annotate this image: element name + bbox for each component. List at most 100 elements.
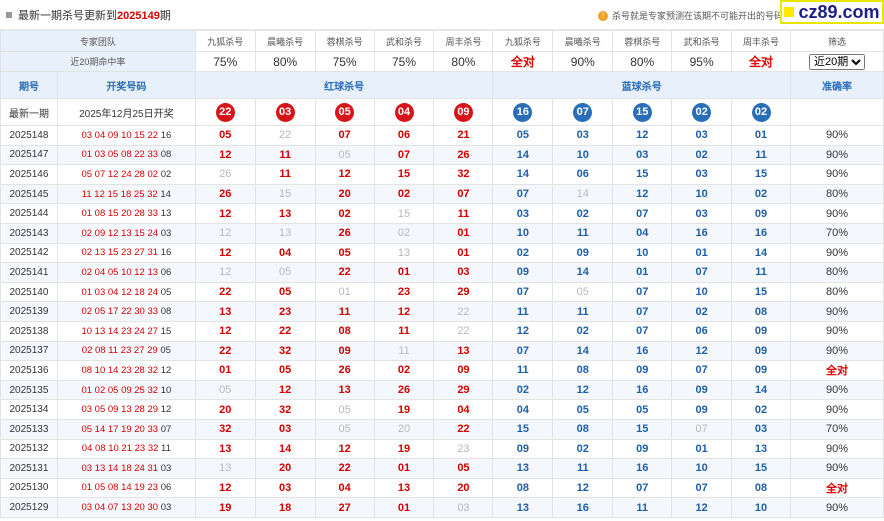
blue-kill-number: 07 xyxy=(612,281,673,303)
draw-numbers-cell: 01 02 05 09 25 32 10 xyxy=(56,379,196,401)
red-draw-numbers: 01 03 05 08 22 33 xyxy=(81,149,159,161)
blue-draw-number: 05 xyxy=(160,345,171,357)
red-kill-number: 09 xyxy=(433,360,494,381)
red-kill-number: 13 xyxy=(373,242,435,264)
red-kill-number: 20 xyxy=(254,458,316,479)
blue-kill-number: 09 xyxy=(731,203,792,224)
red-kill-number: 12 xyxy=(314,438,375,460)
hit-rate-row: 近20期命中率 75% 80% 75% 75% 80% 全对 90% 80% 9… xyxy=(0,51,884,72)
table-row: 2025134 03 05 09 13 28 29 12 20 32 05 19 04 04 0… xyxy=(0,399,884,420)
blue-kill-number: 13 xyxy=(731,438,792,460)
blue-kill-number: 02 xyxy=(671,144,733,166)
red-kill-number: 18 xyxy=(254,497,316,518)
red-kill-number: 11 xyxy=(373,340,435,362)
accuracy-cell: 90% xyxy=(790,438,884,460)
blue-draw-number: 08 xyxy=(160,149,172,161)
hit-rate-value: 80% xyxy=(433,51,494,72)
blue-kill-number: 10 xyxy=(671,458,733,479)
red-draw-numbers: 02 04 05 10 12 13 xyxy=(81,266,159,278)
red-kill-number: 32 xyxy=(194,418,256,440)
blue-kill-number: 03 xyxy=(671,125,733,146)
red-kill-number: 22 xyxy=(314,262,375,283)
draw-numbers-cell: 03 13 14 18 24 31 03 xyxy=(56,458,196,479)
blue-draw-number: 16 xyxy=(160,129,172,141)
draw-numbers-cell: 03 05 09 13 28 29 12 xyxy=(56,399,196,420)
period-cell: 2025137 xyxy=(0,340,58,362)
notice: ! 杀号就是专家预测在该期不可能开出的号码 xyxy=(598,9,783,22)
red-kill-number: 06 xyxy=(373,125,435,146)
blue-draw-number: 03 xyxy=(160,502,172,514)
red-kill-number: 22 xyxy=(254,320,316,342)
latest-prediction-row: 最新一期 2025年12月25日开奖 22 03 05 04 09 16 07 … xyxy=(0,98,884,126)
blue-kill-number: 11 xyxy=(492,360,554,381)
draw-numbers-cell: 02 05 17 22 30 33 08 xyxy=(56,301,196,322)
draw-numbers-cell: 02 13 15 23 27 31 16 xyxy=(56,242,196,264)
blue-draw-number: 08 xyxy=(160,306,172,318)
blue-kill-number: 05 xyxy=(492,125,554,146)
table-row: 2025142 02 13 15 23 27 31 16 12 04 05 13 01 02 0… xyxy=(0,242,884,264)
expert-row: 专家团队 九狐杀号 晨曦杀号 蓉棋杀号 武和杀号 周丰杀号 九狐杀号 晨曦杀号 … xyxy=(0,30,884,52)
blue-kill-number: 09 xyxy=(492,262,554,283)
blue-kill-number: 16 xyxy=(671,222,733,244)
red-kill-number: 13 xyxy=(314,379,375,401)
blue-kill-number: 10 xyxy=(492,222,554,244)
red-kill-number: 19 xyxy=(373,438,435,460)
hit-rate-value: 80% xyxy=(612,51,673,72)
hit-rate-value: 75% xyxy=(194,51,256,72)
period-filter-cell: 近20期 xyxy=(790,51,884,72)
blue-kill-number: 13 xyxy=(492,497,554,518)
red-kill-number: 05 xyxy=(254,360,316,381)
blue-kill-number: 08 xyxy=(731,301,792,322)
site-watermark: cz89.com xyxy=(780,0,884,24)
table-row: 2025137 02 08 11 23 27 29 05 22 32 09 11 13 07 1… xyxy=(0,340,884,362)
blue-kill-number: 07 xyxy=(492,183,554,205)
blue-kill-number: 02 xyxy=(731,183,792,205)
blue-kill-number: 16 xyxy=(612,379,673,401)
accuracy-cell: 90% xyxy=(790,340,884,362)
red-kill-number: 22 xyxy=(194,281,256,303)
red-ball: 05 xyxy=(335,102,355,122)
red-kill-number: 13 xyxy=(373,477,435,499)
accuracy-cell: 全对 xyxy=(790,360,884,381)
blue-kill-number: 14 xyxy=(492,144,554,166)
latest-draw-date: 2025年12月25日开奖 xyxy=(56,98,196,126)
hit-rate-label: 近20期命中率 xyxy=(0,51,196,72)
blue-kill-number: 08 xyxy=(552,418,614,440)
expert-name: 周丰杀号 xyxy=(433,30,494,52)
blue-kill-number: 05 xyxy=(552,281,614,303)
red-draw-numbers: 05 14 17 19 20 33 xyxy=(81,423,159,435)
accuracy-cell: 80% xyxy=(790,183,884,205)
blue-kill-number: 01 xyxy=(671,242,733,264)
period-range-select[interactable]: 近20期 xyxy=(809,53,865,70)
blue-kill-number: 03 xyxy=(492,203,554,224)
red-kill-number: 20 xyxy=(314,183,375,205)
blue-kill-number: 11 xyxy=(552,301,614,322)
expert-name: 武和杀号 xyxy=(671,30,733,52)
hit-rate-value: 全对 xyxy=(492,51,554,72)
red-kill-number: 03 xyxy=(254,477,316,499)
blue-kill-number: 16 xyxy=(552,497,614,518)
table-row: 2025129 03 04 07 13 20 30 03 19 18 27 01 03 13 1… xyxy=(0,497,884,518)
blue-kill-number: 14 xyxy=(492,164,554,185)
blue-kill-number: 08 xyxy=(492,477,554,499)
blue-kill-number: 15 xyxy=(731,281,792,303)
red-kill-number: 13 xyxy=(194,458,256,479)
blue-kill-number: 11 xyxy=(731,144,792,166)
red-kill-number: 13 xyxy=(194,301,256,322)
red-kill-number: 26 xyxy=(314,360,375,381)
blue-kill-number: 07 xyxy=(671,360,733,381)
red-kill-number: 19 xyxy=(194,497,256,518)
blue-draw-number: 14 xyxy=(160,188,171,200)
draw-numbers-cell: 08 10 14 23 28 32 12 xyxy=(56,360,196,381)
red-ball: 22 xyxy=(215,102,235,122)
blue-kill-number: 12 xyxy=(671,340,733,362)
period-cell: 2025144 xyxy=(0,203,58,224)
red-kill-number: 26 xyxy=(433,144,494,166)
info-icon: ! xyxy=(598,10,608,21)
blue-kill-number: 07 xyxy=(492,340,554,362)
red-draw-numbers: 11 12 15 18 25 32 xyxy=(81,188,158,200)
blue-kill-number: 04 xyxy=(492,399,554,420)
red-draw-numbers: 03 04 07 13 20 30 xyxy=(81,502,159,514)
red-kill-number: 05 xyxy=(433,458,494,479)
draw-numbers-cell: 11 12 15 18 25 32 14 xyxy=(56,183,196,205)
